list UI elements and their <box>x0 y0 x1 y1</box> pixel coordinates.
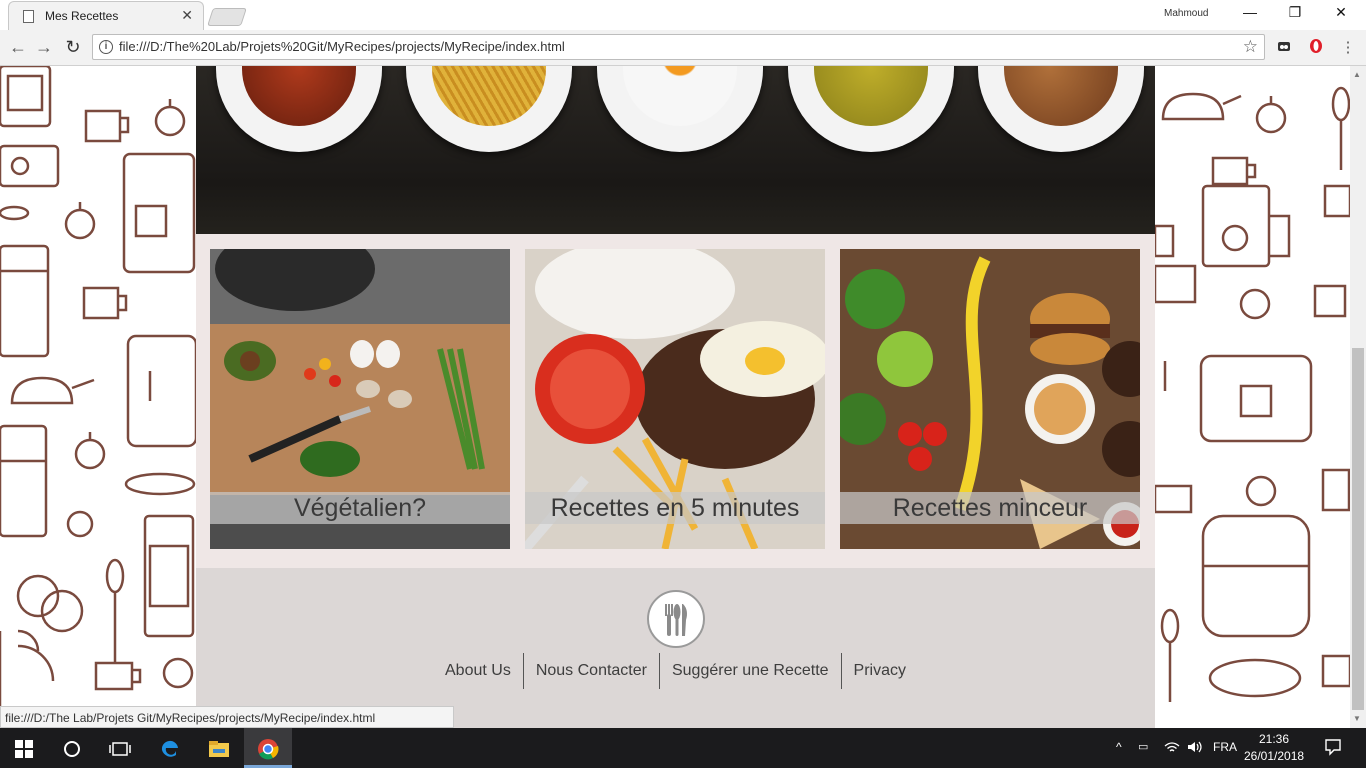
address-bar[interactable]: i file:///D:/The%20Lab/Projets%20Git/MyR… <box>92 34 1265 60</box>
fork-knife-spoon-icon <box>647 590 705 648</box>
restore-button[interactable]: ❐ <box>1280 4 1310 24</box>
footer-link-suggest-recipe[interactable]: Suggérer une Recette <box>660 652 841 690</box>
back-button[interactable]: ← <box>6 36 30 60</box>
category-card-vegan[interactable]: Végétalien? <box>210 249 510 549</box>
page-content: Végétalien? Recettes en 5 minutes Recett… <box>196 66 1155 728</box>
category-caption: Recettes en 5 minutes <box>525 492 825 524</box>
task-view-icon[interactable] <box>96 728 144 768</box>
volume-icon[interactable] <box>1187 740 1203 757</box>
dish-image <box>406 66 572 152</box>
dish-image <box>216 66 382 152</box>
footer-nav: About Us Nous Contacter Suggérer une Recet… <box>196 652 1155 690</box>
minimize-button[interactable]: — <box>1235 4 1265 24</box>
window-close-button[interactable]: ✕ <box>1326 4 1356 24</box>
chrome-icon[interactable] <box>244 728 292 768</box>
category-card-5-minutes[interactable]: Recettes en 5 minutes <box>525 249 825 549</box>
reload-button[interactable]: ↻ <box>61 36 85 60</box>
category-section: Végétalien? Recettes en 5 minutes Recett… <box>196 234 1155 568</box>
kitchen-pattern-right <box>1155 86 1350 702</box>
notifications-icon[interactable] <box>1324 738 1342 759</box>
category-caption: Végétalien? <box>210 492 510 524</box>
url-text: file:///D:/The%20Lab/Projets%20Git/MyRec… <box>119 39 565 54</box>
forward-button[interactable]: → <box>32 36 56 60</box>
vertical-scrollbar[interactable]: ▲ ▼ <box>1350 66 1366 728</box>
wifi-icon[interactable] <box>1164 740 1180 757</box>
scroll-thumb[interactable] <box>1352 348 1364 710</box>
taskbar-clock[interactable]: 21:36 26/01/2018 <box>1244 731 1304 765</box>
language-indicator[interactable]: FRA <box>1213 740 1237 754</box>
clock-time: 21:36 <box>1258 732 1290 746</box>
search-icon[interactable] <box>48 728 96 768</box>
extension-icon[interactable] <box>1274 38 1294 58</box>
bookmark-star-icon[interactable]: ☆ <box>1243 37 1258 57</box>
category-caption: Recettes minceur <box>840 492 1140 524</box>
dish-image <box>788 66 954 152</box>
footer-link-privacy[interactable]: Privacy <box>842 652 918 690</box>
status-url-bubble: file:///D:/The Lab/Projets Git/MyRecipes… <box>0 706 454 728</box>
windows-start-icon[interactable] <box>0 728 48 768</box>
info-icon[interactable]: i <box>99 40 113 54</box>
page-viewport: Végétalien? Recettes en 5 minutes Recett… <box>0 66 1350 728</box>
profile-name[interactable]: Mahmoud <box>1164 8 1208 19</box>
footer-link-contact[interactable]: Nous Contacter <box>524 652 659 690</box>
menu-button[interactable]: ⋮ <box>1338 38 1358 58</box>
hero-banner <box>196 66 1155 234</box>
edge-icon[interactable] <box>146 728 194 768</box>
scroll-down-icon[interactable]: ▼ <box>1353 714 1361 723</box>
browser-titlebar: Mes Recettes ✕ Mahmoud — ❐ ✕ <box>0 0 1366 30</box>
dish-image <box>978 66 1144 152</box>
tab-title: Mes Recettes <box>45 9 119 23</box>
clock-date: 26/01/2018 <box>1244 749 1305 763</box>
tab-close-button[interactable]: ✕ <box>181 7 193 24</box>
scroll-up-icon[interactable]: ▲ <box>1353 70 1361 79</box>
windows-taskbar: ^ ▭ FRA 21:36 26/01/2018 <box>0 728 1366 768</box>
category-card-slimming[interactable]: Recettes minceur <box>840 249 1140 549</box>
footer-link-about-us[interactable]: About Us <box>433 652 523 690</box>
battery-icon[interactable]: ▭ <box>1138 740 1148 753</box>
document-icon <box>23 10 34 23</box>
browser-toolbar: ← → ↻ i file:///D:/The%20Lab/Projets%20G… <box>0 30 1366 66</box>
opera-icon[interactable] <box>1306 38 1326 58</box>
show-hidden-icons-icon[interactable]: ^ <box>1116 740 1122 754</box>
site-footer: About Us Nous Contacter Suggérer une Recet… <box>196 568 1155 728</box>
dish-image <box>597 66 763 152</box>
file-explorer-icon[interactable] <box>195 728 243 768</box>
vegan-photo <box>215 249 485 477</box>
new-tab-button[interactable] <box>207 8 247 26</box>
browser-tab[interactable]: Mes Recettes ✕ <box>8 1 204 30</box>
kitchen-pattern-left <box>0 66 196 711</box>
